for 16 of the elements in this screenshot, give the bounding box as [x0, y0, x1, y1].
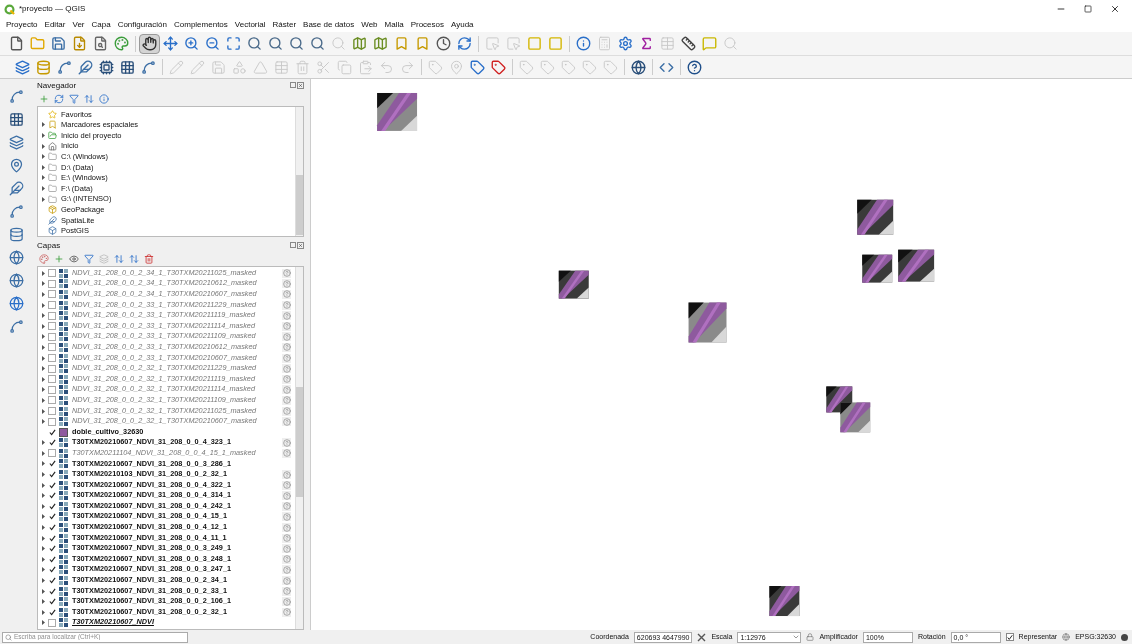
panel-title: Navegador: [37, 79, 77, 92]
menu-item[interactable]: Vectorial: [234, 19, 266, 31]
menu-item[interactable]: Configuración: [117, 19, 167, 31]
menu-item[interactable]: Base de datos: [303, 19, 355, 31]
menu-item[interactable]: Capa: [91, 19, 111, 31]
menu-item[interactable]: Malla: [384, 19, 404, 31]
menu-item[interactable]: Ráster: [272, 19, 297, 31]
menu-item[interactable]: Complementos: [174, 19, 228, 31]
menu-item[interactable]: Procesos: [410, 19, 444, 31]
menu-item[interactable]: Ayuda: [451, 19, 474, 31]
menu-item[interactable]: Web: [361, 19, 378, 31]
window-title: *proyecto — QGIS: [19, 3, 86, 15]
menu-item[interactable]: Proyecto: [6, 19, 38, 31]
menu-item[interactable]: Ver: [72, 19, 85, 31]
menu-item[interactable]: Editar: [44, 19, 66, 31]
panel-title: Capas: [37, 239, 61, 252]
